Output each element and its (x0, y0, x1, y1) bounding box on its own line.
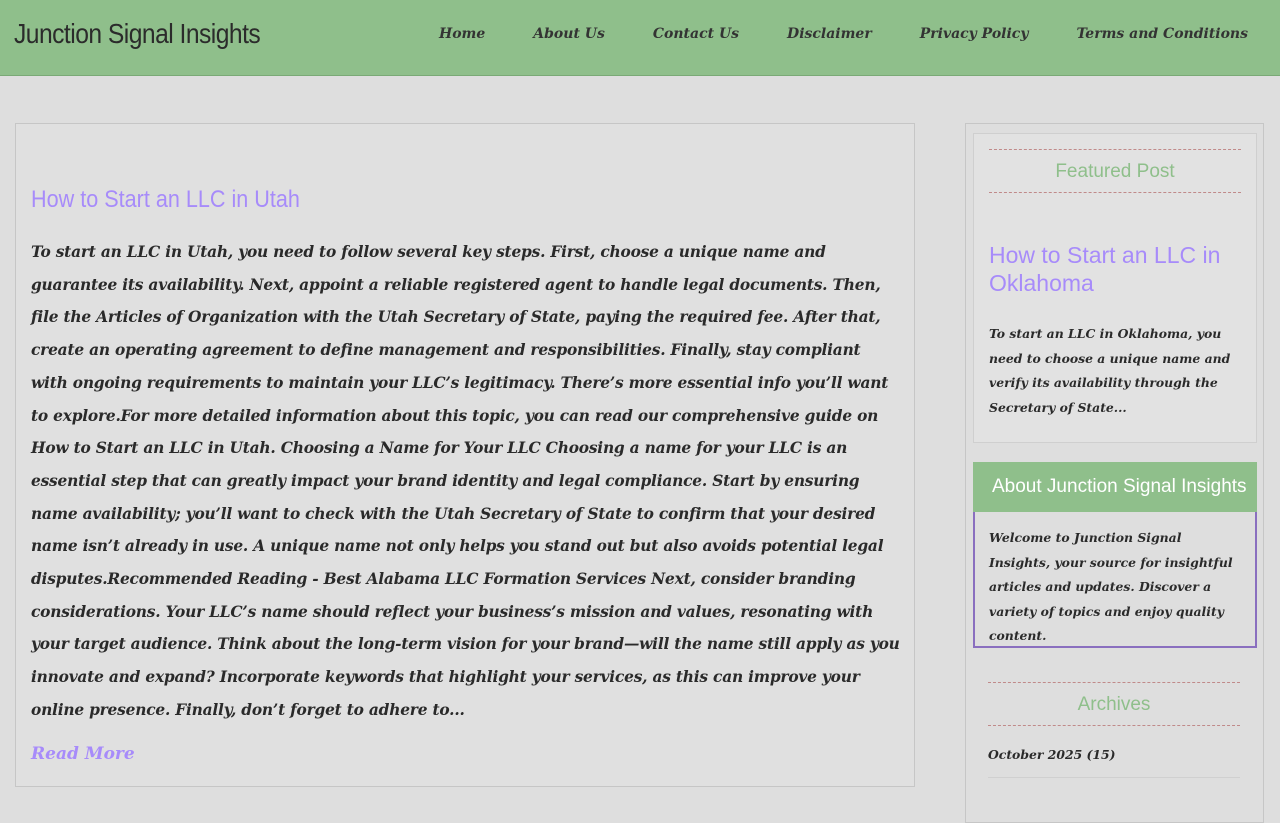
nav-terms-and-conditions[interactable]: Terms and Conditions (1076, 26, 1248, 42)
post-card: How to Start an LLC in Utah To start an … (15, 123, 915, 787)
post-excerpt: To start an LLC in Utah, you need to fol… (31, 243, 900, 719)
nav-home[interactable]: Home (439, 26, 485, 42)
sidebar: Featured Post How to Start an LLC in Okl… (965, 123, 1264, 823)
read-more-link[interactable]: Read More (31, 744, 135, 764)
main-nav: Home About Us Contact Us Disclaimer Priv… (439, 26, 1248, 42)
featured-post-widget: Featured Post How to Start an LLC in Okl… (973, 133, 1257, 443)
nav-disclaimer[interactable]: Disclaimer (787, 26, 872, 42)
nav-privacy-policy[interactable]: Privacy Policy (920, 26, 1029, 42)
about-widget-heading: About Junction Signal Insights (973, 462, 1257, 512)
post-title[interactable]: How to Start an LLC in Utah (31, 186, 300, 214)
featured-post-excerpt: To start an LLC in Oklahoma, you need to… (989, 326, 1231, 415)
site-title[interactable]: Junction Signal Insights (14, 18, 261, 50)
nav-contact-us[interactable]: Contact Us (653, 26, 739, 42)
about-widget-text: Welcome to Junction Signal Insights, you… (973, 512, 1257, 648)
archives-heading: Archives (988, 682, 1240, 726)
archive-item[interactable]: October 2025 (15) (988, 747, 1240, 778)
nav-about-us[interactable]: About Us (533, 26, 605, 42)
featured-post-title[interactable]: How to Start an LLC in Oklahoma (989, 241, 1241, 297)
featured-post-heading: Featured Post (989, 149, 1241, 193)
site-header: Junction Signal Insights Home About Us C… (0, 0, 1280, 76)
